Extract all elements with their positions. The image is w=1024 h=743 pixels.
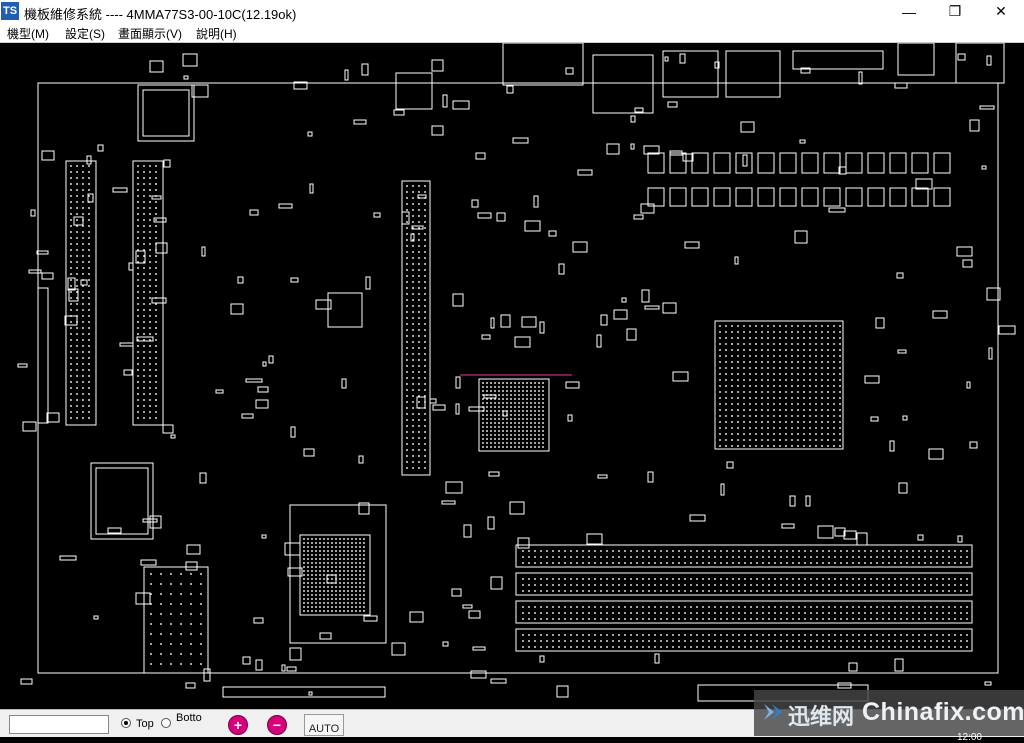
pcie-slot-2 [132, 160, 164, 426]
io-block-5 [792, 50, 884, 70]
dimm-slot-pins-3 [522, 606, 968, 620]
zoom-out-button[interactable]: − [267, 715, 287, 735]
io-block-3 [662, 50, 719, 98]
side-top-label: Top [136, 718, 154, 730]
bottom-header [222, 686, 386, 698]
chip-lan [395, 72, 433, 110]
part-search-input[interactable] [9, 715, 109, 734]
io-block-6 [897, 43, 935, 76]
zoom-in-button[interactable]: + [228, 715, 248, 735]
menu-view[interactable]: 畫面顯示(V) [118, 25, 182, 42]
io-block-4 [725, 50, 781, 98]
side-bottom-radio[interactable] [161, 718, 171, 728]
dimm-slot-pins-2 [522, 578, 968, 592]
board-layout-drawing [17, 43, 1016, 702]
dimm-slot-1 [515, 544, 973, 568]
chip-superio [327, 292, 363, 328]
menu-model[interactable]: 機型(M) [7, 25, 49, 42]
side-top-radio[interactable] [121, 718, 131, 728]
io-block-2 [592, 54, 654, 114]
side-bottom-label: Botto [176, 712, 202, 724]
app-icon: TS [1, 2, 19, 20]
pcie-slot-3 [401, 180, 431, 476]
cpu-socket [714, 320, 844, 450]
dimm-slot-4 [515, 628, 973, 652]
cpu-socket-pins [719, 325, 841, 447]
pch-outline [289, 504, 387, 644]
chinafix-logo-icon [764, 704, 782, 720]
io-block-7 [955, 43, 1005, 84]
window-title: 機板維修系統 ---- 4MMA77S3-00-10C(12.19ok) [24, 7, 297, 22]
board-outline [37, 82, 999, 674]
chip-bios [90, 462, 154, 540]
board-view-canvas[interactable] [8, 43, 1024, 709]
watermark-cn-text: 迅维网 [788, 705, 855, 730]
dimm-slot-3 [515, 600, 973, 624]
chip-top-left [137, 84, 195, 142]
pcie-slot-1 [65, 160, 97, 426]
watermark-en-text: Chinafix.com [862, 698, 1024, 726]
dimm-slot-pins-4 [522, 634, 968, 648]
io-block-1 [502, 43, 584, 86]
chip-audio [143, 566, 209, 674]
auto-button[interactable]: AUTO [304, 714, 344, 736]
menu-settings[interactable]: 設定(S) [65, 25, 105, 42]
chinafix-watermark: 迅维网 Chinafix.com [754, 690, 1024, 736]
menu-help[interactable]: 說明(H) [196, 25, 237, 42]
minimize-button[interactable]: — [886, 0, 932, 23]
edge-connector-left [37, 287, 49, 424]
dimm-slot-2 [515, 572, 973, 596]
menu-bar: 機型(M) 設定(S) 畫面顯示(V) 說明(H) [0, 23, 1024, 43]
dimm-slot-pins-1 [522, 550, 968, 564]
title-bar: TS 機板維修系統 ---- 4MMA77S3-00-10C(12.19ok) … [0, 0, 1024, 24]
maximize-button[interactable]: ❐ [932, 0, 978, 23]
taskbar-clock: 12:00 [956, 732, 982, 743]
close-button[interactable]: ✕ [978, 0, 1024, 23]
